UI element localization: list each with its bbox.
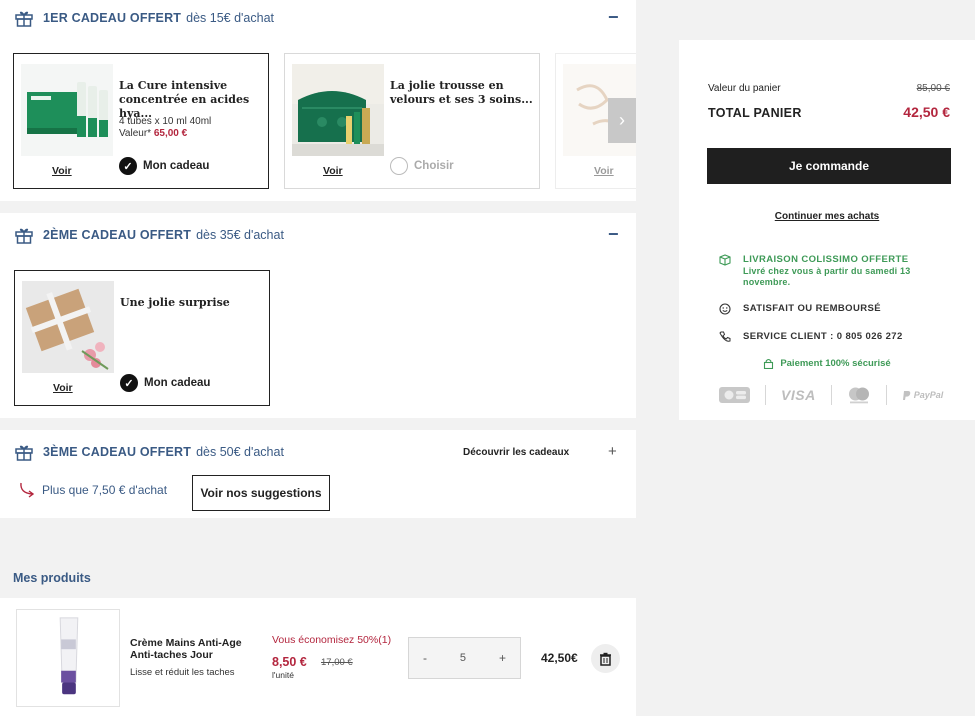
cart-value-row: Valeur du panier 85,00 €: [708, 83, 950, 94]
product-name[interactable]: Crème Mains Anti-Age Anti-taches Jour: [130, 637, 255, 661]
cart-total-label: TOTAL PANIER: [708, 106, 802, 120]
delivery-date: Livré chez vous à partir du samedi 13 no…: [743, 266, 911, 287]
gift-1-header[interactable]: 1ER CADEAU OFFERT dès 15€ d'achat: [14, 8, 274, 28]
increase-quantity-button[interactable]: +: [499, 651, 506, 665]
carousel-next-button[interactable]: ›: [608, 98, 636, 143]
choice-label: Mon cadeau: [143, 160, 210, 172]
gift-selected-radio[interactable]: ✓ Mon cadeau: [119, 157, 209, 175]
delivery-info: LIVRAISON COLISSIMO OFFERTE Livré chez v…: [719, 254, 933, 288]
choice-label: Mon cadeau: [144, 377, 211, 389]
unit-price: 8,50 €: [272, 655, 307, 669]
chevron-right-icon: ›: [619, 110, 625, 130]
remove-item-button[interactable]: [591, 644, 620, 673]
product-image: [292, 64, 384, 156]
divider: [885, 385, 887, 405]
cart-item-row: Crème Mains Anti-Age Anti-taches Jour Li…: [0, 598, 636, 716]
satisfaction-text: SATISFAIT OU REMBOURSÉ: [743, 303, 881, 314]
remaining-amount-hint: Plus que 7,50 € d'achat: [18, 482, 167, 498]
gift-size: 4 tubes x 10 ml 40ml: [119, 116, 212, 127]
cart-summary: Valeur du panier 85,00 € TOTAL PANIER 42…: [679, 40, 975, 420]
gift-title: La jolie trousse en velours et ses 3 soi…: [390, 79, 533, 106]
gift-3-threshold: dès 50€ d'achat: [196, 445, 284, 459]
paypal-label: PayPal: [913, 390, 944, 400]
lock-icon: [764, 358, 774, 369]
line-total: 42,50€: [541, 651, 578, 665]
gift-1-threshold: dès 15€ d'achat: [186, 11, 275, 25]
paypal-icon: PayPal: [902, 385, 944, 405]
collapse-toggle[interactable]: −: [608, 225, 619, 243]
gift-card-trousse[interactable]: La jolie trousse en velours et ses 3 soi…: [284, 53, 540, 189]
gift-card-surprise[interactable]: Une jolie surprise Voir ✓ Mon cadeau: [14, 270, 270, 406]
payment-methods: VISA PayPal: [719, 385, 943, 405]
curved-arrow-icon: [20, 482, 35, 498]
decrease-quantity-button[interactable]: -: [423, 651, 427, 665]
mastercard-icon: [847, 385, 871, 405]
gift-icon: [15, 228, 33, 244]
product-description: Lisse et réduit les taches: [130, 667, 235, 678]
see-suggestions-button[interactable]: Voir nos suggestions: [192, 475, 330, 511]
customer-service-info: SERVICE CLIENT : 0 805 026 272: [719, 331, 903, 343]
trash-icon: [600, 652, 611, 666]
gift-2-header[interactable]: 2ÈME CADEAU OFFERT dès 35€ d'achat: [14, 225, 284, 245]
quantity-stepper: - 5 +: [408, 637, 521, 679]
package-icon: [719, 254, 731, 266]
original-price: 17,00 €: [321, 657, 353, 668]
cb-card-icon: [719, 385, 750, 405]
secure-payment-text: Paiement 100% sécurisé: [780, 358, 891, 369]
gift-2-panel: 2ÈME CADEAU OFFERT dès 35€ d'achat − Une…: [0, 213, 636, 418]
gift-1-title: 1ER CADEAU OFFERT: [43, 11, 182, 25]
secure-payment-info: Paiement 100% sécurisé: [679, 358, 975, 369]
voir-link[interactable]: Voir: [53, 382, 73, 394]
product-image: [21, 64, 113, 156]
phone-icon: [719, 331, 731, 342]
voir-link[interactable]: Voir: [594, 165, 614, 177]
checkout-button[interactable]: Je commande: [707, 148, 951, 184]
smiley-icon: [719, 303, 731, 315]
product-image[interactable]: [16, 609, 120, 707]
product-image: [22, 281, 114, 373]
gift-2-title: 2ÈME CADEAU OFFERT: [43, 228, 192, 242]
divider: [830, 385, 832, 405]
voir-link[interactable]: Voir: [52, 165, 72, 177]
savings-text: Vous économisez 50%(1): [272, 634, 392, 646]
choose-radio[interactable]: Choisir: [390, 157, 454, 175]
quantity-value: 5: [459, 652, 467, 664]
gift-3-title: 3ÈME CADEAU OFFERT: [43, 445, 192, 459]
choice-label: Choisir: [414, 160, 454, 172]
delivery-title: LIVRAISON COLISSIMO OFFERTE: [743, 254, 909, 265]
gift-1-carousel: La Cure intensive concentrée en acides h…: [0, 53, 636, 190]
check-icon: ✓: [120, 374, 138, 392]
cart-total-row: TOTAL PANIER 42,50 €: [708, 104, 950, 120]
gift-selected-radio[interactable]: ✓ Mon cadeau: [120, 374, 210, 392]
gift-icon: [15, 445, 33, 461]
divider: [765, 385, 766, 405]
gift-icon: [15, 11, 33, 27]
satisfaction-info: SATISFAIT OU REMBOURSÉ: [719, 303, 881, 315]
gift-3-header[interactable]: 3ÈME CADEAU OFFERT dès 50€ d'achat: [14, 442, 284, 462]
gift-2-threshold: dès 35€ d'achat: [196, 228, 284, 242]
products-section-title: Mes produits: [13, 571, 91, 585]
expand-toggle[interactable]: +: [608, 443, 617, 460]
gift-value: Valeur* 65,00 €: [119, 128, 188, 139]
gift-3-panel: 3ÈME CADEAU OFFERT dès 50€ d'achat Décou…: [0, 430, 636, 518]
customer-service-text: SERVICE CLIENT : 0 805 026 272: [743, 331, 903, 342]
gift-card-cure[interactable]: La Cure intensive concentrée en acides h…: [13, 53, 269, 189]
radio-empty-icon: [390, 157, 408, 175]
remaining-amount-text: Plus que 7,50 € d'achat: [42, 483, 168, 497]
check-icon: ✓: [119, 157, 137, 175]
voir-link[interactable]: Voir: [323, 165, 343, 177]
cart-total-value: 42,50 €: [903, 104, 950, 120]
continue-shopping-link[interactable]: Continuer mes achats: [679, 211, 975, 222]
cart-value-old: 85,00 €: [916, 83, 950, 94]
discover-gifts-link[interactable]: Découvrir les cadeaux: [463, 447, 569, 458]
visa-icon: VISA: [781, 387, 816, 403]
collapse-toggle[interactable]: −: [608, 8, 619, 26]
cart-value-label: Valeur du panier: [708, 83, 781, 94]
unit-label: l'unité: [272, 670, 294, 680]
gift-title: Une jolie surprise: [120, 296, 230, 309]
gift-1-panel: 1ER CADEAU OFFERT dès 15€ d'achat − La C…: [0, 0, 636, 201]
